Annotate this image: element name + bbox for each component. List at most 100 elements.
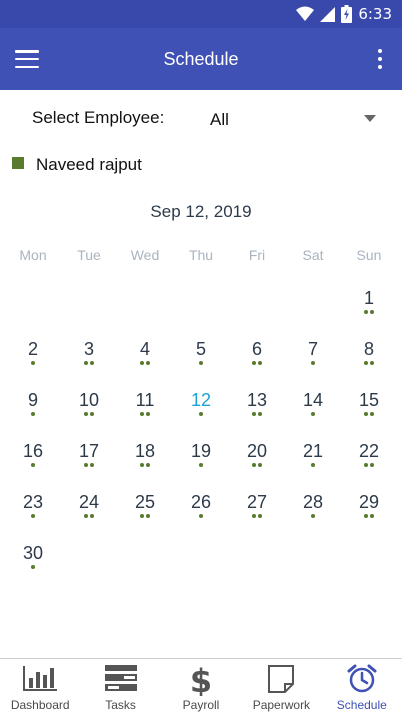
calendar-day[interactable]: 13 <box>229 382 285 433</box>
calendar-day[interactable]: 18 <box>117 433 173 484</box>
calendar-day-number: 26 <box>190 492 212 512</box>
weekday-label: Sat <box>302 247 324 263</box>
event-dot <box>84 463 88 467</box>
event-dot <box>370 514 374 518</box>
calendar-day[interactable]: 25 <box>117 484 173 535</box>
calendar-day[interactable]: 7 <box>285 331 341 382</box>
event-dot <box>146 412 150 416</box>
calendar-day[interactable]: 10 <box>61 382 117 433</box>
calendar-day[interactable]: 17 <box>61 433 117 484</box>
calendar-day-number: 18 <box>134 441 156 461</box>
calendar-weekday-header: Mon Tue Wed Thu Fri Sat Sun <box>5 247 397 263</box>
calendar-day[interactable]: 8 <box>341 331 397 382</box>
nav-schedule[interactable]: Schedule <box>322 659 402 713</box>
calendar-day[interactable]: 3 <box>61 331 117 382</box>
status-time: 6:33 <box>358 5 392 23</box>
event-dots <box>61 361 117 365</box>
weekday-label: Tue <box>77 247 101 263</box>
event-dot <box>252 463 256 467</box>
calendar-day[interactable]: 22 <box>341 433 397 484</box>
nav-paperwork[interactable]: Paperwork <box>241 659 321 713</box>
event-dot <box>199 412 203 416</box>
calendar-day[interactable]: 9 <box>5 382 61 433</box>
event-dot <box>364 412 368 416</box>
calendar-day[interactable]: 19 <box>173 433 229 484</box>
calendar-day-number: 2 <box>27 339 38 359</box>
calendar-day[interactable]: 24 <box>61 484 117 535</box>
event-dots <box>229 361 285 365</box>
event-dot <box>311 361 315 365</box>
calendar-day[interactable]: 21 <box>285 433 341 484</box>
dollar-icon: $ <box>190 664 212 696</box>
event-dot <box>90 412 94 416</box>
event-dot <box>252 514 256 518</box>
calendar-day[interactable]: 26 <box>173 484 229 535</box>
event-dots <box>229 412 285 416</box>
calendar-day[interactable]: 12 <box>173 382 229 433</box>
alarm-clock-icon <box>347 664 377 693</box>
event-dots <box>117 514 173 518</box>
event-dots <box>5 565 61 569</box>
calendar-day[interactable]: 23 <box>5 484 61 535</box>
calendar-day[interactable]: 14 <box>285 382 341 433</box>
event-dot <box>140 514 144 518</box>
event-dot <box>364 514 368 518</box>
bottom-navigation: Dashboard Tasks $ Payroll Paperwork Sche… <box>0 658 402 713</box>
event-dot <box>84 412 88 416</box>
calendar-day[interactable]: 15 <box>341 382 397 433</box>
calendar-day[interactable]: 2 <box>5 331 61 382</box>
calendar-day[interactable]: 28 <box>285 484 341 535</box>
event-dot <box>199 463 203 467</box>
calendar-day[interactable]: 5 <box>173 331 229 382</box>
event-dot <box>146 463 150 467</box>
event-dot <box>370 463 374 467</box>
more-options-icon[interactable] <box>376 49 384 69</box>
legend-swatch <box>12 157 24 169</box>
event-dot <box>258 514 262 518</box>
event-dots <box>61 463 117 467</box>
calendar-day[interactable]: 30 <box>5 535 61 586</box>
calendar-day[interactable]: 11 <box>117 382 173 433</box>
event-dot <box>199 361 203 365</box>
event-dots <box>117 463 173 467</box>
employee-select[interactable]: All <box>200 102 386 136</box>
calendar-day-number: 3 <box>83 339 94 359</box>
calendar-day[interactable]: 20 <box>229 433 285 484</box>
status-bar: 6:33 <box>0 0 402 28</box>
employee-select-value: All <box>210 110 229 129</box>
calendar-day[interactable]: 6 <box>229 331 285 382</box>
event-dot <box>31 412 35 416</box>
calendar-day[interactable]: 16 <box>5 433 61 484</box>
nav-dashboard[interactable]: Dashboard <box>0 659 80 713</box>
event-dots <box>285 514 341 518</box>
nav-paperwork-label: Paperwork <box>252 698 311 712</box>
event-dots <box>5 463 61 467</box>
event-dot <box>258 361 262 365</box>
calendar-day-number: 8 <box>363 339 374 359</box>
event-dot <box>370 310 374 314</box>
event-dots <box>173 361 229 365</box>
calendar-day[interactable]: 4 <box>117 331 173 382</box>
calendar-day[interactable]: 29 <box>341 484 397 535</box>
event-dot <box>90 463 94 467</box>
calendar-day-number: 11 <box>135 390 155 410</box>
event-dot <box>252 412 256 416</box>
calendar-day[interactable]: 27 <box>229 484 285 535</box>
event-dots <box>285 412 341 416</box>
calendar-day-number: 25 <box>134 492 156 512</box>
event-dot <box>90 361 94 365</box>
event-dots <box>341 361 397 365</box>
app-bar: Schedule <box>0 28 402 90</box>
nav-payroll[interactable]: $ Payroll <box>161 659 241 713</box>
event-dot <box>311 412 315 416</box>
battery-icon <box>341 5 353 23</box>
event-dot <box>364 463 368 467</box>
calendar-day[interactable]: 1 <box>341 280 397 331</box>
event-dot <box>31 514 35 518</box>
empty-day-cell <box>61 280 117 331</box>
calendar-day-number: 28 <box>302 492 324 512</box>
event-dot <box>370 412 374 416</box>
empty-day-cell <box>117 280 173 331</box>
event-dots <box>117 361 173 365</box>
nav-tasks[interactable]: Tasks <box>80 659 160 713</box>
